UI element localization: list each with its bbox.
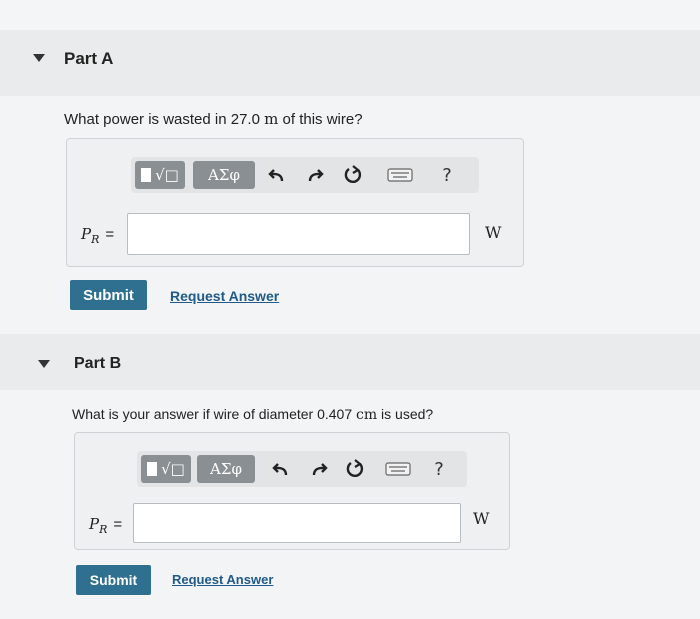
submit-button[interactable]: Submit [70, 280, 147, 310]
unit-label: W [485, 223, 502, 242]
top-strip [0, 0, 700, 30]
templates-button[interactable]: √□ [135, 161, 185, 189]
variable-subscript: R [91, 233, 100, 246]
variable-main: P [89, 515, 100, 533]
math-toolbar: √□ ΑΣφ ? [137, 451, 467, 487]
keyboard-icon[interactable] [385, 163, 415, 187]
template-box-icon [147, 462, 158, 476]
template-box-icon [141, 168, 152, 182]
request-answer-link[interactable]: Request Answer [172, 572, 273, 587]
help-icon[interactable]: ? [435, 163, 459, 187]
submit-button[interactable]: Submit [76, 565, 151, 595]
part-b-body: What is your answer if wire of diameter … [0, 390, 700, 619]
question-text: What power is wasted in 27.0 [64, 111, 265, 128]
question-text-end: is used? [377, 406, 434, 422]
templates-label: √□ [155, 166, 179, 184]
part-b-title: Part B [74, 355, 122, 372]
redo-icon[interactable] [303, 163, 327, 187]
symbols-button[interactable]: ΑΣφ [193, 161, 255, 189]
undo-icon[interactable] [265, 163, 289, 187]
part-a-question: What power is wasted in 27.0 m of this w… [64, 110, 363, 128]
templates-button[interactable]: √□ [141, 455, 191, 483]
variable-main: P [81, 225, 92, 243]
symbols-button[interactable]: ΑΣφ [197, 455, 255, 483]
question-unit: cm [356, 407, 378, 423]
variable-subscript: R [99, 523, 108, 536]
help-icon[interactable]: ? [427, 457, 451, 481]
math-toolbar: √□ ΑΣφ ? [131, 157, 479, 193]
symbols-label: ΑΣφ [208, 166, 240, 184]
answer-input[interactable] [133, 503, 461, 543]
question-unit: m [264, 110, 279, 128]
variable-label: PR = [81, 225, 114, 246]
part-a-body: What power is wasted in 27.0 m of this w… [0, 96, 700, 334]
answer-box: √□ ΑΣφ ? PR = W [74, 432, 510, 550]
collapse-caret-icon[interactable] [33, 54, 45, 62]
unit-label: W [473, 509, 490, 528]
templates-label: √□ [161, 460, 185, 478]
equals-sign: = [113, 516, 123, 533]
part-b-header[interactable]: Part B [0, 334, 700, 390]
question-text-end: of this wire? [278, 111, 363, 128]
answer-input[interactable] [127, 213, 470, 255]
answer-box: √□ ΑΣφ ? PR = W [66, 138, 524, 267]
part-b-question: What is your answer if wire of diameter … [72, 406, 433, 423]
collapse-caret-icon[interactable] [38, 360, 50, 368]
question-text: What is your answer if wire of diameter … [72, 406, 357, 422]
keyboard-icon[interactable] [383, 457, 413, 481]
undo-icon[interactable] [269, 457, 293, 481]
redo-icon[interactable] [307, 457, 331, 481]
variable-label: PR = [89, 515, 122, 536]
symbols-label: ΑΣφ [210, 460, 242, 478]
part-a-title: Part A [64, 49, 114, 68]
reset-icon[interactable] [341, 163, 365, 187]
equals-sign: = [105, 226, 115, 243]
part-a-header[interactable]: Part A [0, 30, 700, 96]
reset-icon[interactable] [343, 457, 367, 481]
request-answer-link[interactable]: Request Answer [170, 288, 279, 304]
